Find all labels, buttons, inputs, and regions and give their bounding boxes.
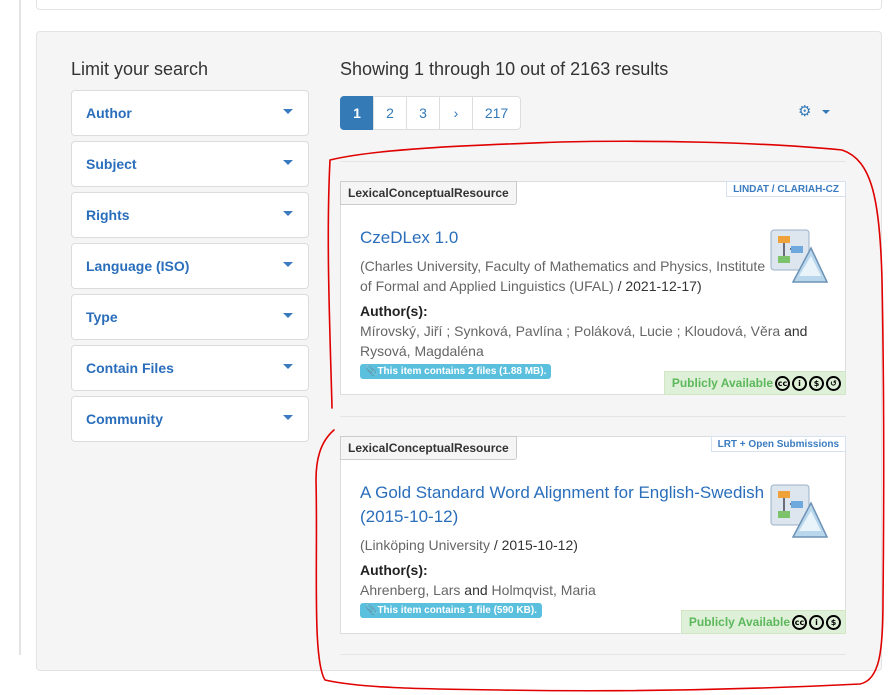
publisher-text: (Linköping University xyxy=(360,537,490,553)
author-link[interactable]: Ahrenberg, Lars xyxy=(360,582,460,598)
last-page-link[interactable]: 217 xyxy=(472,96,521,130)
collection-link[interactable]: LRT + Open Submissions xyxy=(710,436,846,452)
caret-down-icon xyxy=(283,211,293,216)
top-panel xyxy=(36,0,882,10)
authors-label: Author(s): xyxy=(360,303,428,319)
caret-down-icon xyxy=(283,313,293,318)
page-3-link[interactable]: 3 xyxy=(406,96,440,130)
files-text: This item contains 2 files (1.88 MB). xyxy=(377,366,547,377)
next-page-link[interactable]: › xyxy=(439,96,473,130)
collection-link[interactable]: LINDAT / CLARIAH-CZ xyxy=(726,181,846,197)
files-badge: 📎 This item contains 2 files (1.88 MB). xyxy=(360,364,552,379)
facet-label: Type xyxy=(86,309,118,325)
availability-badge[interactable]: Publicly Available cc i $ xyxy=(680,610,846,634)
result-item: LexicalConceptualResource LINDAT / CLARI… xyxy=(340,181,846,395)
limit-search-heading: Limit your search xyxy=(71,59,209,79)
resource-type-badge: LexicalConceptualResource xyxy=(340,436,517,460)
author-links[interactable]: Mírovský, Jiří ; Synková, Pavlína ; Polá… xyxy=(360,323,780,339)
author-link[interactable]: Holmqvist, Maria xyxy=(492,582,596,598)
left-border xyxy=(19,0,21,655)
item-publisher: (Linköping University / 2015-10-12) xyxy=(360,535,770,555)
author-list: Ahrenberg, Lars and Holmqvist, Maria xyxy=(360,580,820,600)
and-text: and xyxy=(784,323,808,339)
and-text: and xyxy=(464,582,488,598)
facet-community[interactable]: Community xyxy=(71,396,309,442)
pagination: 1 2 3 › 217 xyxy=(340,96,521,130)
files-text: This item contains 1 file (590 KB). xyxy=(377,605,537,616)
facet-label: Author xyxy=(86,105,132,121)
result-item: LexicalConceptualResource LRT + Open Sub… xyxy=(340,436,846,634)
facet-label: Contain Files xyxy=(86,360,174,376)
files-badge: 📎 This item contains 1 file (590 KB). xyxy=(360,603,542,618)
cc-license-icon: cc xyxy=(792,614,807,630)
author-link[interactable]: Rysová, Magdaléna xyxy=(360,343,484,359)
item-publisher: (Charles University, Faculty of Mathemat… xyxy=(360,256,770,296)
facet-subject[interactable]: Subject xyxy=(71,141,309,187)
chevron-down-icon[interactable] xyxy=(822,110,830,114)
caret-down-icon xyxy=(283,262,293,267)
facet-label: Rights xyxy=(86,207,130,223)
caret-down-icon xyxy=(283,364,293,369)
authors-label: Author(s): xyxy=(360,562,428,578)
results-summary: Showing 1 through 10 out of 2163 results xyxy=(340,59,669,79)
divider xyxy=(340,654,846,655)
item-date: / 2021-12-17) xyxy=(613,278,702,294)
cc-license-icon: cc xyxy=(775,375,790,391)
paperclip-icon: 📎 xyxy=(365,366,378,377)
cc-by-icon: i xyxy=(792,375,807,391)
facet-label: Subject xyxy=(86,156,137,172)
facet-rights[interactable]: Rights xyxy=(71,192,309,238)
caret-down-icon xyxy=(283,109,293,114)
resource-type-badge: LexicalConceptualResource xyxy=(340,181,517,205)
cc-sa-icon: ↺ xyxy=(826,375,841,391)
author-list: Mírovský, Jiří ; Synková, Pavlína ; Polá… xyxy=(360,321,820,361)
facet-label: Language (ISO) xyxy=(86,258,190,274)
cc-by-icon: i xyxy=(809,614,824,630)
page-2-link[interactable]: 2 xyxy=(373,96,407,130)
item-title-link[interactable]: CzeDLex 1.0 xyxy=(360,226,770,250)
lexical-resource-thumbnail[interactable] xyxy=(765,222,829,286)
availability-text: Publicly Available xyxy=(671,376,773,390)
facet-label: Community xyxy=(86,411,163,427)
facet-type[interactable]: Type xyxy=(71,294,309,340)
availability-badge[interactable]: Publicly Available cc i $ ↺ xyxy=(663,371,846,395)
publisher-text: (Charles University, Faculty of Mathemat… xyxy=(360,258,766,294)
facet-language[interactable]: Language (ISO) xyxy=(71,243,309,289)
cc-nc-icon: $ xyxy=(826,614,841,630)
item-date: / 2015-10-12) xyxy=(489,537,578,553)
caret-down-icon xyxy=(283,415,293,420)
facet-contain-files[interactable]: Contain Files xyxy=(71,345,309,391)
page-1-link[interactable]: 1 xyxy=(340,96,374,130)
caret-down-icon xyxy=(283,160,293,165)
cc-nc-icon: $ xyxy=(809,375,824,391)
paperclip-icon: 📎 xyxy=(365,605,378,616)
lexical-resource-thumbnail[interactable] xyxy=(765,477,829,541)
divider xyxy=(340,416,846,417)
gear-icon[interactable]: ⚙ xyxy=(798,102,811,120)
item-title-link[interactable]: A Gold Standard Word Alignment for Engli… xyxy=(360,481,770,529)
availability-text: Publicly Available xyxy=(688,615,790,629)
divider xyxy=(340,161,846,162)
facet-author[interactable]: Author xyxy=(71,90,309,136)
